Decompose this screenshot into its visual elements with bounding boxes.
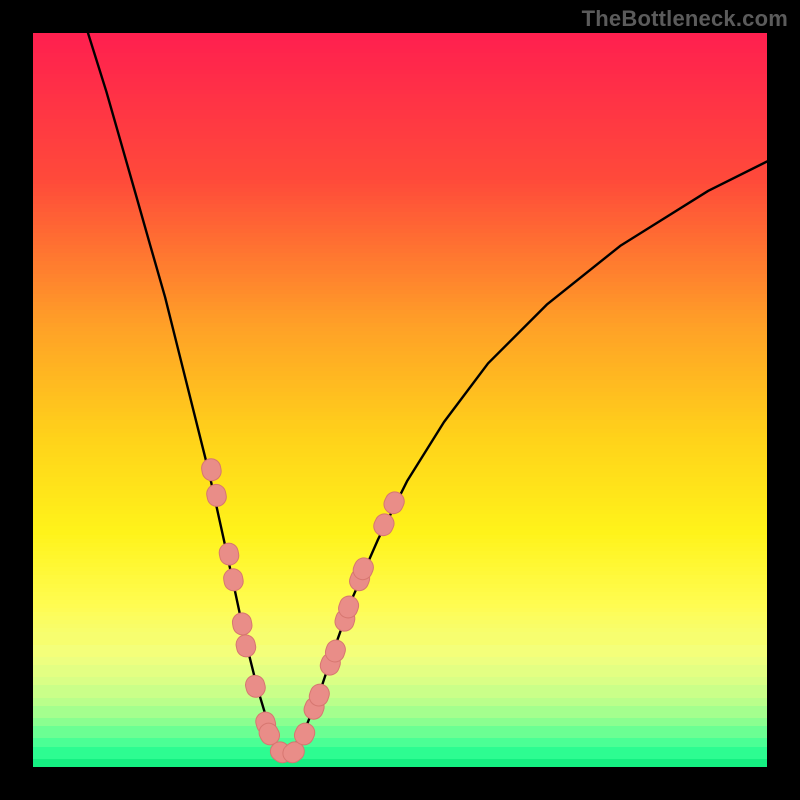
chart-svg: [33, 33, 767, 767]
plot-area: [33, 33, 767, 767]
curve-layer: [88, 33, 767, 756]
chart-frame: TheBottleneck.com: [0, 0, 800, 800]
marker-layer: [200, 457, 407, 767]
watermark-text: TheBottleneck.com: [582, 6, 788, 32]
curve-right-branch: [283, 162, 767, 757]
